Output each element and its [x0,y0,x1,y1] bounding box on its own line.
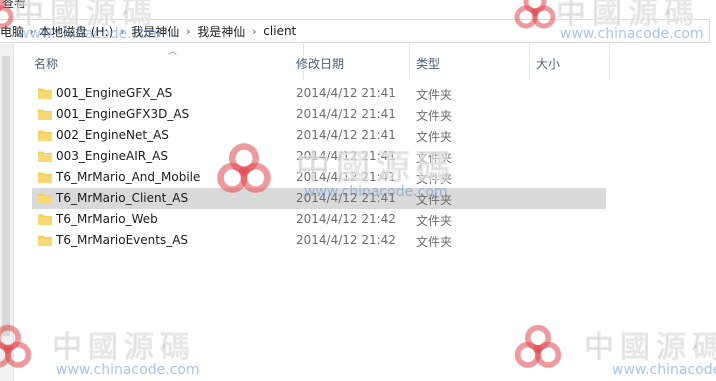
watermark-url: www.chinacode.com [612,362,716,378]
folder-icon [38,88,52,99]
file-type: 文件夹 [416,130,453,144]
sort-up-icon: ︿ [168,47,178,57]
chevron-right-icon[interactable]: › [113,25,131,38]
file-date: 2014/4/12 21:41 [296,107,396,121]
table-row-selected[interactable]: T6_MrMario_Client_AS 2014/4/12 21:41 文件夹 [32,188,606,209]
column-header-name-label: 名称 [34,57,59,71]
file-name: T6_MrMario_Web [56,212,158,226]
table-row[interactable]: 003_EngineAIR_AS 2014/4/12 21:41 文件夹 [32,146,606,167]
folder-icon [38,130,52,141]
table-row[interactable]: 002_EngineNet_AS 2014/4/12 21:41 文件夹 [32,125,606,146]
breadcrumb-folder-1[interactable]: 我是神仙 [131,20,179,42]
column-header-type[interactable]: 类型 [410,44,530,80]
file-type: 文件夹 [416,172,453,186]
folder-icon [38,235,52,246]
breadcrumb-this-pc[interactable]: 电脑 [0,20,24,42]
file-type: 文件夹 [416,235,453,249]
column-header-name[interactable]: 名称 ︿ [28,44,304,80]
table-row[interactable]: T6_MrMario_Web 2014/4/12 21:42 文件夹 [32,209,606,230]
chevron-right-icon[interactable]: › [24,25,39,38]
folder-icon [38,151,52,162]
watermark: 中國源碼 www.chinacode.com [512,322,716,381]
chevron-right-icon[interactable]: › [179,25,197,38]
file-name: 001_EngineGFX3D_AS [56,107,190,121]
column-headers: 名称 ︿ 修改日期 类型 大小 [14,44,714,80]
scrollbar-thumb[interactable] [2,56,10,336]
file-date: 2014/4/12 21:42 [296,212,396,226]
file-type: 文件夹 [416,151,453,165]
file-date: 2014/4/12 21:41 [296,128,396,142]
navigation-pane-scrollbar[interactable] [0,44,14,381]
tab-view[interactable]: 查看 [2,0,26,11]
breadcrumb-folder-2[interactable]: 我是神仙 [197,20,245,42]
chevron-right-icon[interactable]: › [245,25,263,38]
file-name: T6_MrMario_And_Mobile [56,170,201,184]
file-name: 001_EngineGFX_AS [56,86,173,100]
biohazard-icon [514,324,562,368]
folder-icon [38,109,52,120]
file-date: 2014/4/12 21:41 [296,191,396,205]
table-row[interactable]: 001_EngineGFX_AS 2014/4/12 21:41 文件夹 [32,83,606,104]
folder-icon [38,172,52,183]
address-bar[interactable]: 电脑 › 本地磁盘 (H:) › 我是神仙 › 我是神仙 › client [0,19,710,43]
breadcrumb-client[interactable]: client [263,20,296,42]
file-date: 2014/4/12 21:41 [296,86,396,100]
table-row[interactable]: 001_EngineGFX3D_AS 2014/4/12 21:41 文件夹 [32,104,606,125]
file-name: T6_MrMario_Client_AS [56,191,189,205]
watermark-title: 中國源碼 [52,330,196,366]
watermark-url: www.chinacode.com [56,362,200,378]
file-date: 2014/4/12 21:41 [296,149,396,163]
breadcrumb-local-disk[interactable]: 本地磁盘 (H:) [39,20,113,42]
folder-icon [38,193,52,204]
file-type: 文件夹 [416,214,453,228]
file-type: 文件夹 [416,88,453,102]
table-row[interactable]: T6_MrMario_And_Mobile 2014/4/12 21:41 文件… [32,167,606,188]
file-name: T6_MrMarioEvents_AS [56,233,189,247]
column-header-date-label: 修改日期 [296,57,345,71]
ribbon-strip: 查看 [0,0,716,14]
table-row[interactable]: T6_MrMarioEvents_AS 2014/4/12 21:42 文件夹 [32,230,606,251]
column-header-date-modified[interactable]: 修改日期 [290,44,410,80]
file-type: 文件夹 [416,193,453,207]
column-header-size[interactable]: 大小 [530,44,610,80]
folder-icon [38,214,52,225]
file-name: 002_EngineNet_AS [56,128,169,142]
column-header-type-label: 类型 [416,57,441,71]
watermark: 中國源碼 www.chinacode.com [0,322,222,381]
file-type: 文件夹 [416,109,453,123]
column-header-size-label: 大小 [536,57,561,71]
watermark-title: 中國源碼 [584,330,716,366]
file-name: 003_EngineAIR_AS [56,149,168,163]
file-date: 2014/4/12 21:41 [296,170,396,184]
file-date: 2014/4/12 21:42 [296,233,396,247]
file-explorer-window: 查看 电脑 › 本地磁盘 (H:) › 我是神仙 › 我是神仙 › client… [0,0,716,381]
